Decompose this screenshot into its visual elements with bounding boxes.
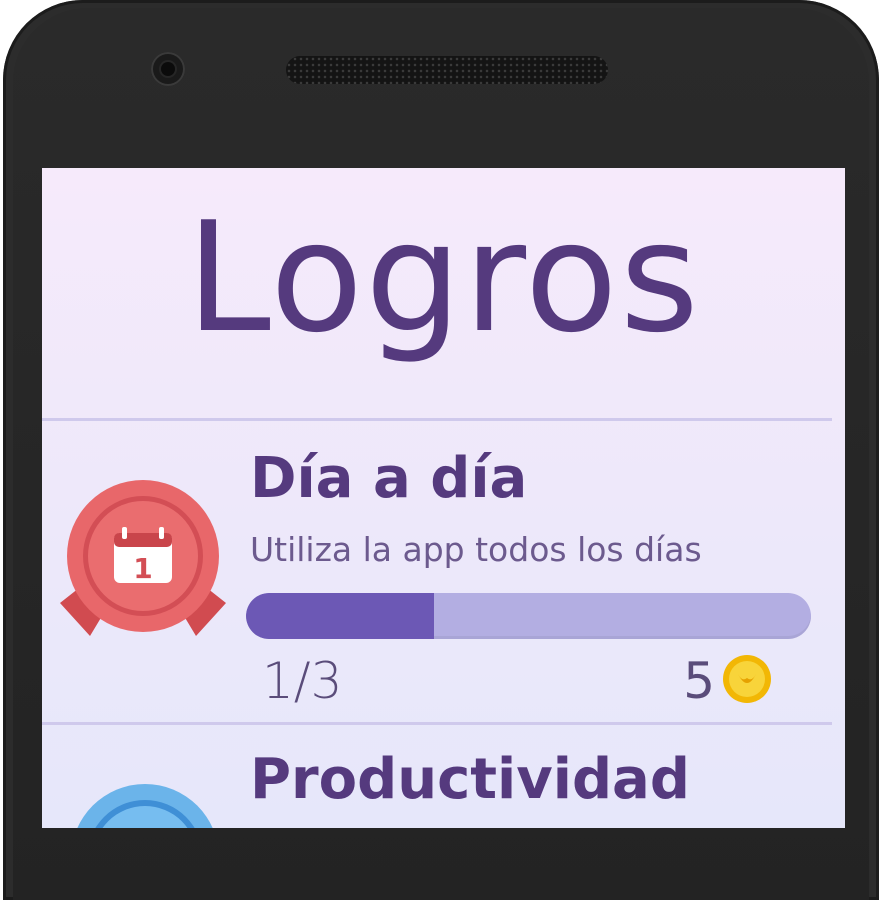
achievement-title: Productividad [250,747,690,812]
front-camera-icon [151,52,185,86]
achievement-title: Día a día [250,446,528,511]
calendar-medal-icon[interactable]: 1 [50,478,236,648]
speaker-grille [286,56,608,84]
progress-count: 1/3 [262,652,343,710]
progress-fill [246,593,435,639]
page-title: Logros [186,189,701,366]
reward-amount: 5 [683,652,715,710]
divider [42,722,832,725]
coin-icon [723,655,771,703]
productivity-medal-icon[interactable] [70,783,220,828]
achievements-screen: Logros 1 Día a día Utiliza la app todos … [42,168,845,828]
badge-number: 1 [133,552,152,585]
achievement-progress-bar [246,593,811,639]
divider [42,418,832,421]
achievement-description: Utiliza la app todos los días [250,530,702,569]
